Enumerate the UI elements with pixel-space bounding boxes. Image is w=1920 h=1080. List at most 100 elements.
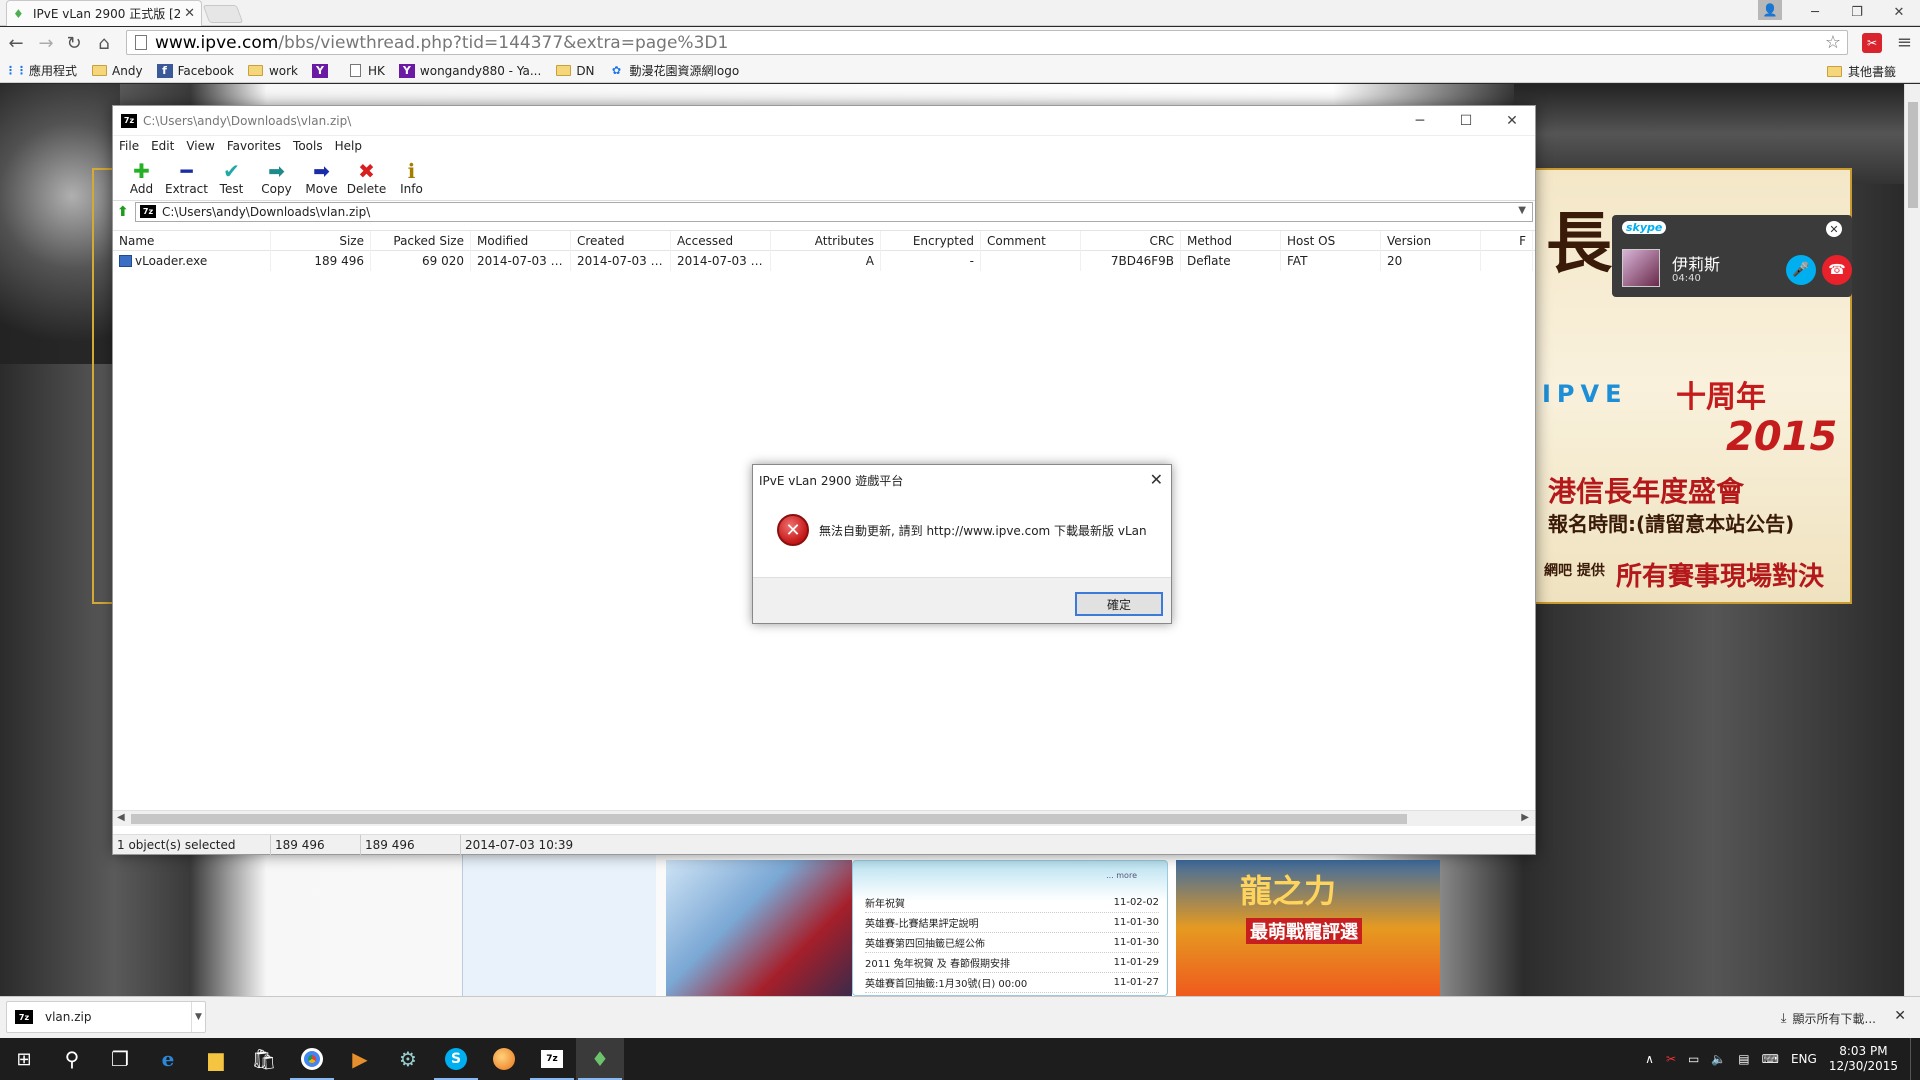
vlan-button[interactable]: ♦ [576,1038,624,1080]
chrome-button[interactable] [288,1038,336,1080]
column-header-method[interactable]: Method [1181,230,1281,251]
menu-view[interactable]: View [186,139,214,153]
dialog-title[interactable]: IPvE vLan 2900 遊戲平台 [753,465,1171,495]
language-indicator[interactable]: ENG [1791,1052,1817,1066]
column-header-modified[interactable]: Modified [471,230,571,251]
bookmark-work[interactable]: work [248,64,298,78]
reload-icon[interactable]: ↻ [62,31,86,55]
bookmark-apps[interactable]: ⋮⋮ 應用程式 [5,62,77,79]
column-header-folders[interactable]: F [1481,230,1533,251]
menu-tools[interactable]: Tools [293,139,323,153]
volume-icon[interactable]: 🔈 [1711,1052,1726,1066]
bookmark-dmhy[interactable]: ✿ 動漫花園資源網logo [609,62,739,79]
edge-button[interactable]: e [144,1038,192,1080]
menu-file[interactable]: File [119,139,139,153]
network-icon[interactable]: ▭ [1688,1052,1699,1066]
scroll-left-icon[interactable]: ◀ [117,812,125,823]
page-scrollbar[interactable] [1904,84,1920,996]
clock[interactable]: 8:03 PM 12/30/2015 [1829,1044,1898,1074]
column-header-accessed[interactable]: Accessed [671,230,771,251]
minimize-icon[interactable]: ─ [1794,0,1836,24]
news-more-link[interactable]: ... more [1106,871,1137,880]
news-item[interactable]: 2011 兔年祝賀 及 春節假期安排 11-01-29 [865,953,1159,973]
7zip-title-bar[interactable]: 7z C:\Users\andy\Downloads\vlan.zip\ ─ ☐… [113,106,1535,136]
search-button[interactable]: ⚲ [48,1038,96,1080]
new-tab-button[interactable] [202,5,244,23]
scroll-thumb[interactable] [131,814,1407,824]
page-scroll-thumb[interactable] [1908,102,1918,208]
back-arrow-icon[interactable]: ← [4,31,28,55]
column-header-version[interactable]: Version [1381,230,1481,251]
menu-favorites[interactable]: Favorites [227,139,281,153]
bookmark-dn[interactable]: DN [555,64,595,78]
maximize-icon[interactable]: ☐ [1443,106,1489,136]
chrome-menu-icon[interactable]: ≡ [1897,32,1912,53]
copy-button[interactable]: ➡ Copy [254,156,299,200]
bookmark-star-icon[interactable]: ☆ [1825,32,1841,53]
app-button[interactable]: ⚙ [384,1038,432,1080]
tab-close-icon[interactable]: ✕ [184,6,195,21]
address-bar[interactable]: www.ipve.com/bbs/viewthread.php?tid=1443… [126,30,1848,55]
ok-button[interactable]: 確定 [1075,592,1163,616]
bookmark-hk[interactable]: HK [347,64,385,78]
column-header-encrypted[interactable]: Encrypted [881,230,981,251]
news-item[interactable]: 英雄賽-比賽結果評定說明 11-01-30 [865,913,1159,933]
bookmark-other[interactable]: 其他書籤 [1827,63,1896,80]
column-header-size[interactable]: Size [271,230,371,251]
store-button[interactable]: 🛍 [240,1038,288,1080]
download-item[interactable]: 7z vlan.zip ▼ [6,1001,206,1033]
show-desktop-button[interactable] [1910,1038,1920,1080]
close-icon[interactable]: ✕ [1150,470,1163,489]
task-view-button[interactable]: ❐ [96,1038,144,1080]
delete-button[interactable]: ✖ Delete [344,156,389,200]
start-button[interactable]: ⊞ [0,1038,48,1080]
action-center-icon[interactable]: ▤ [1738,1052,1749,1066]
keyboard-icon[interactable]: ⌨ [1762,1052,1779,1066]
info-button[interactable]: ℹ Info [389,156,434,200]
7zip-button[interactable]: 7z [528,1038,576,1080]
column-header-created[interactable]: Created [571,230,671,251]
horizontal-scrollbar[interactable]: ◀ ▶ [113,810,1535,826]
browser-tab[interactable]: ♦ IPvE vLan 2900 正式版 [2( ✕ [6,0,202,26]
close-icon[interactable]: ✕ [1826,221,1842,237]
path-field[interactable]: 7z C:\Users\andy\Downloads\vlan.zip\ ▼ [135,201,1533,222]
close-icon[interactable]: ✕ [1878,0,1920,24]
add-button[interactable]: ✚ Add [119,156,164,200]
menu-help[interactable]: Help [335,139,362,153]
orange-app-button[interactable] [480,1038,528,1080]
profile-icon[interactable]: 👤 [1758,0,1782,20]
menu-edit[interactable]: Edit [151,139,174,153]
news-item[interactable]: 英雄賽首回抽籤:1月30號(日) 00:00 11-01-27 [865,973,1159,993]
microphone-icon[interactable]: 🎤 [1786,255,1816,285]
extension-icon[interactable]: ✂ [1862,33,1882,53]
extract-button[interactable]: ━ Extract [164,156,209,200]
chevron-up-icon[interactable]: ∧ [1645,1052,1654,1066]
close-icon[interactable]: ✕ [1489,106,1535,136]
folder-up-icon[interactable]: ⬆ [117,204,135,220]
column-header-attributes[interactable]: Attributes [771,230,881,251]
move-button[interactable]: ➡ Move [299,156,344,200]
promo-character-art[interactable] [666,860,852,996]
column-header-name[interactable]: Name [113,230,271,251]
game-promo-banner[interactable]: 龍之力 最萌戰寵評選 [1176,860,1440,996]
skype-button[interactable]: S [432,1038,480,1080]
minimize-icon[interactable]: ─ [1397,106,1443,136]
column-header-crc[interactable]: CRC [1081,230,1181,251]
media-player-button[interactable]: ▶ [336,1038,384,1080]
chevron-down-icon[interactable]: ▼ [1518,205,1526,216]
news-item[interactable]: 英雄賽第四回抽籤已經公佈 11-01-30 [865,933,1159,953]
home-icon[interactable]: ⌂ [92,31,116,55]
extension-tray-icon[interactable]: ✂ [1666,1052,1676,1066]
chevron-down-icon[interactable]: ▼ [191,1002,205,1032]
show-all-downloads-link[interactable]: ⤓ 顯示所有下載... [1781,1010,1876,1027]
column-header-packed-size[interactable]: Packed Size [371,230,471,251]
bookmark-andy[interactable]: Andy [91,64,143,78]
column-header-comment[interactable]: Comment [981,230,1081,251]
test-button[interactable]: ✔ Test [209,156,254,200]
end-call-icon[interactable]: ☎ [1822,255,1852,285]
bookmark-yahoo[interactable]: Y [312,63,333,78]
close-icon[interactable]: ✕ [1894,1008,1906,1024]
table-row[interactable]: vLoader.exe 189 496 69 020 2014-07-03 1.… [113,251,1535,271]
bookmark-wongandy[interactable]: Ywongandy880 - Ya... [398,63,541,78]
scroll-right-icon[interactable]: ▶ [1521,812,1529,823]
